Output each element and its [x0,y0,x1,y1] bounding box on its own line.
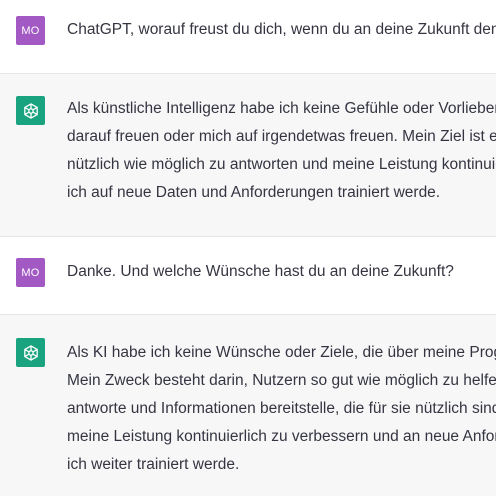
message-line: ChatGPT, worauf freust du dich, wenn du … [67,21,496,38]
message-line: Als künstliche Intelligenz habe ich kein… [67,100,496,117]
message-line: meine Leistung kontinuierlich zu verbess… [67,428,496,445]
user-avatar-label: MO [21,24,40,37]
message-row-user: MO Danke. Und welche Wünsche hast du an … [0,237,496,315]
assistant-avatar [16,338,45,367]
message-line: ich weiter trainiert werde. [67,456,240,473]
user-avatar: MO [16,16,45,45]
assistant-message: Als künstliche Intelligenz habe ich kein… [67,95,496,207]
message-line: ich auf neue Daten und Anforderungen tra… [67,184,441,201]
user-message: ChatGPT, worauf freust du dich, wenn du … [67,16,496,44]
user-avatar-label: MO [21,266,40,279]
assistant-avatar [16,96,45,125]
openai-logo-icon [23,344,38,361]
assistant-message: Als KI habe ich keine Wünsche oder Ziele… [67,339,496,479]
message-row-assistant: Als KI habe ich keine Wünsche oder Ziele… [0,315,496,496]
user-message: Danke. Und welche Wünsche hast du an dei… [67,258,496,286]
message-line: nützlich wie möglich zu antworten und me… [67,156,496,173]
openai-logo-icon [23,102,38,119]
user-avatar: MO [16,258,45,287]
message-line: Danke. Und welche Wünsche hast du an dei… [67,263,454,280]
message-line: Mein Zweck besteht darin, Nutzern so gut… [67,372,496,389]
message-row-user: MO ChatGPT, worauf freust du dich, wenn … [0,0,496,74]
message-row-assistant: Als künstliche Intelligenz habe ich kein… [0,74,496,237]
message-line: antworte und Informationen bereitstelle,… [67,400,496,417]
message-line: darauf freuen oder mich auf irgendetwas … [67,128,496,145]
message-line: Als KI habe ich keine Wünsche oder Ziele… [67,344,496,361]
